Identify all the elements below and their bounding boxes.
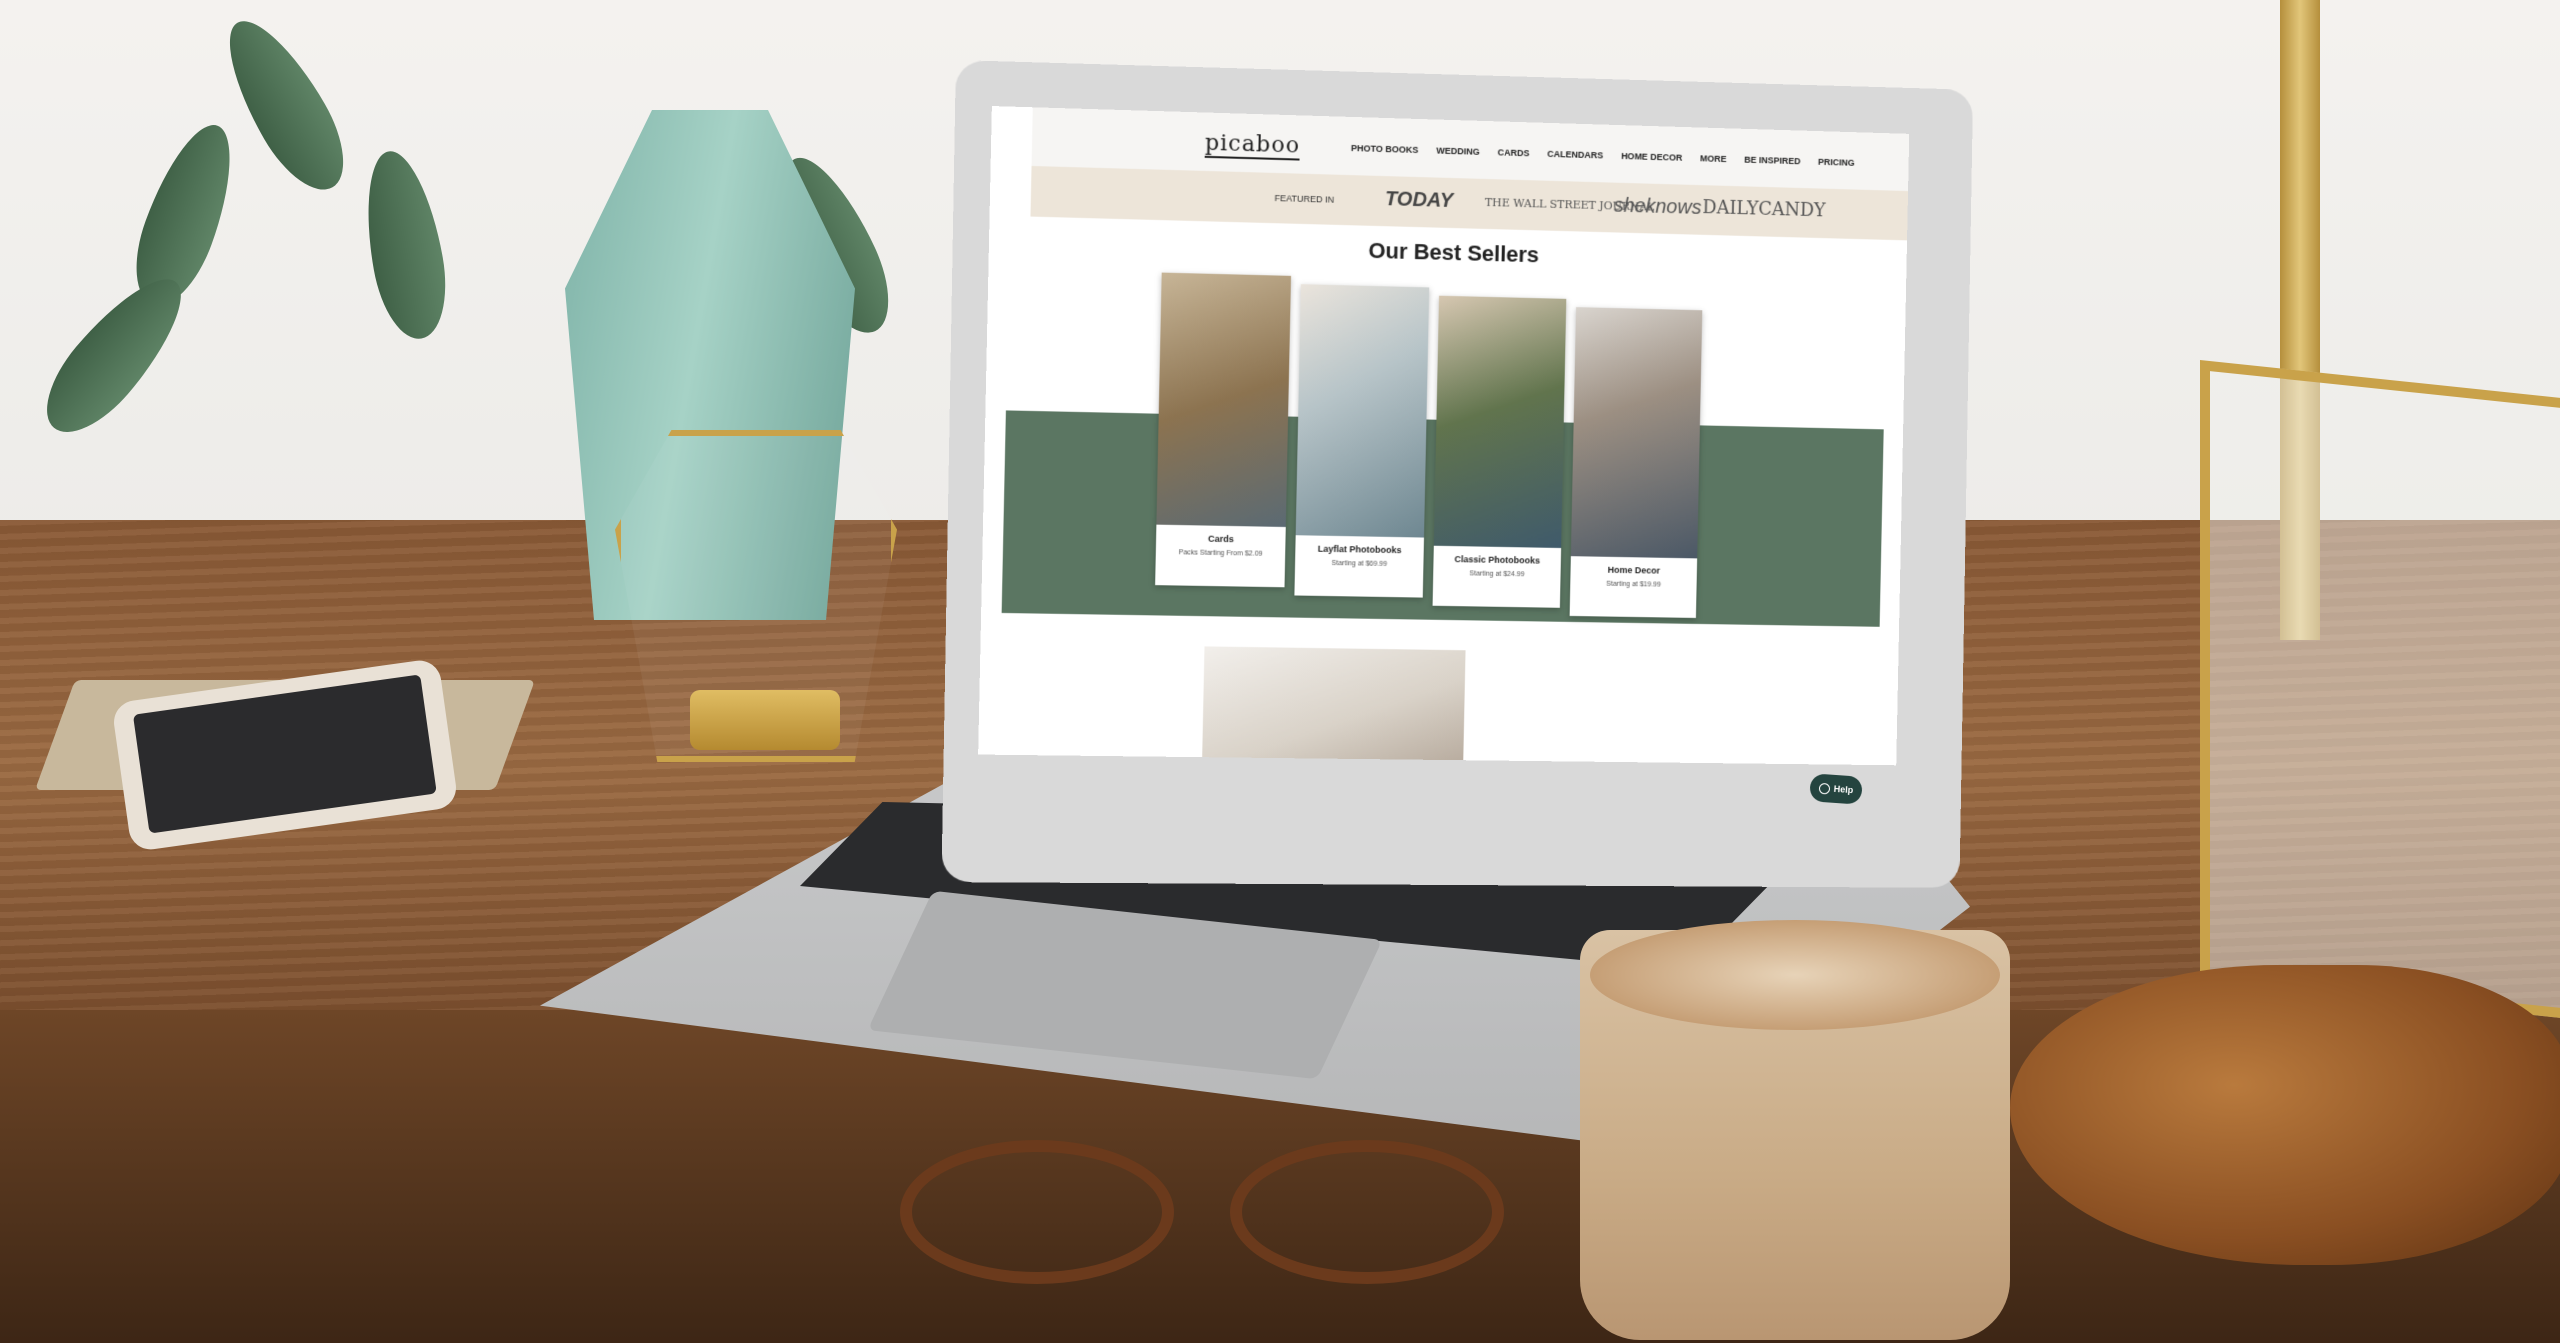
product-price: Starting at $69.99	[1331, 559, 1388, 568]
decor-product-image	[1570, 307, 1703, 559]
sheknows-logo: sheknows	[1613, 194, 1702, 219]
left-lens	[900, 1140, 1174, 1284]
nav-cards[interactable]: CARDS	[1498, 147, 1530, 158]
product-name: Cards	[1207, 533, 1234, 545]
glass-frame	[2200, 360, 2560, 1020]
candle-holder	[690, 690, 840, 750]
product-name: Home Decor	[1607, 564, 1661, 576]
nav-calendars[interactable]: CALENDARS	[1547, 149, 1603, 161]
featured-label: FEATURED IN	[1274, 193, 1335, 205]
product-card-classic[interactable]: Classic Photobooks Starting at $24.99	[1432, 295, 1567, 608]
phone-screen	[132, 674, 437, 834]
cards-product-image	[1156, 272, 1292, 528]
laptop-screen: picaboo PHOTO BOOKS WEDDING CARDS CALEND…	[978, 106, 1910, 766]
main-navigation: PHOTO BOOKS WEDDING CARDS CALENDARS HOME…	[1351, 143, 1855, 168]
product-price: Starting at $19.99	[1606, 580, 1661, 589]
product-price: Packs Starting From $2.09	[1178, 549, 1263, 558]
next-section-preview-image	[1202, 646, 1466, 761]
layflat-product-image	[1295, 284, 1430, 538]
nav-home-decor[interactable]: HOME DECOR	[1621, 151, 1682, 163]
nav-be-inspired[interactable]: BE INSPIRED	[1744, 155, 1800, 167]
latte-foam	[1590, 920, 2000, 1030]
product-name: Classic Photobooks	[1454, 554, 1541, 566]
product-card-home-decor[interactable]: Home Decor Starting at $19.99	[1569, 307, 1703, 618]
nav-pricing[interactable]: PRICING	[1818, 157, 1855, 168]
product-card-layflat[interactable]: Layflat Photobooks Starting at $69.99	[1294, 284, 1430, 598]
chat-bubble-icon	[1818, 782, 1831, 795]
right-lens	[1230, 1140, 1504, 1284]
picaboo-logo[interactable]: picaboo	[1204, 130, 1301, 161]
product-card-cards[interactable]: Cards Packs Starting From $2.09	[1155, 272, 1292, 588]
help-button[interactable]: Help	[1809, 773, 1863, 805]
best-sellers-list: Cards Packs Starting From $2.09 Layflat …	[1155, 272, 1703, 618]
today-logo: TODAY	[1384, 188, 1454, 213]
dailycandy-logo: DAILYCANDY	[1702, 197, 1826, 222]
product-price: Starting at $24.99	[1469, 570, 1525, 579]
nav-more[interactable]: MORE	[1700, 153, 1727, 164]
nav-photo-books[interactable]: PHOTO BOOKS	[1351, 143, 1419, 155]
help-label: Help	[1833, 783, 1854, 796]
classic-product-image	[1433, 295, 1567, 549]
eyeglasses	[900, 1130, 1504, 1284]
nav-wedding[interactable]: WEDDING	[1436, 146, 1480, 157]
product-name: Layflat Photobooks	[1317, 543, 1402, 556]
